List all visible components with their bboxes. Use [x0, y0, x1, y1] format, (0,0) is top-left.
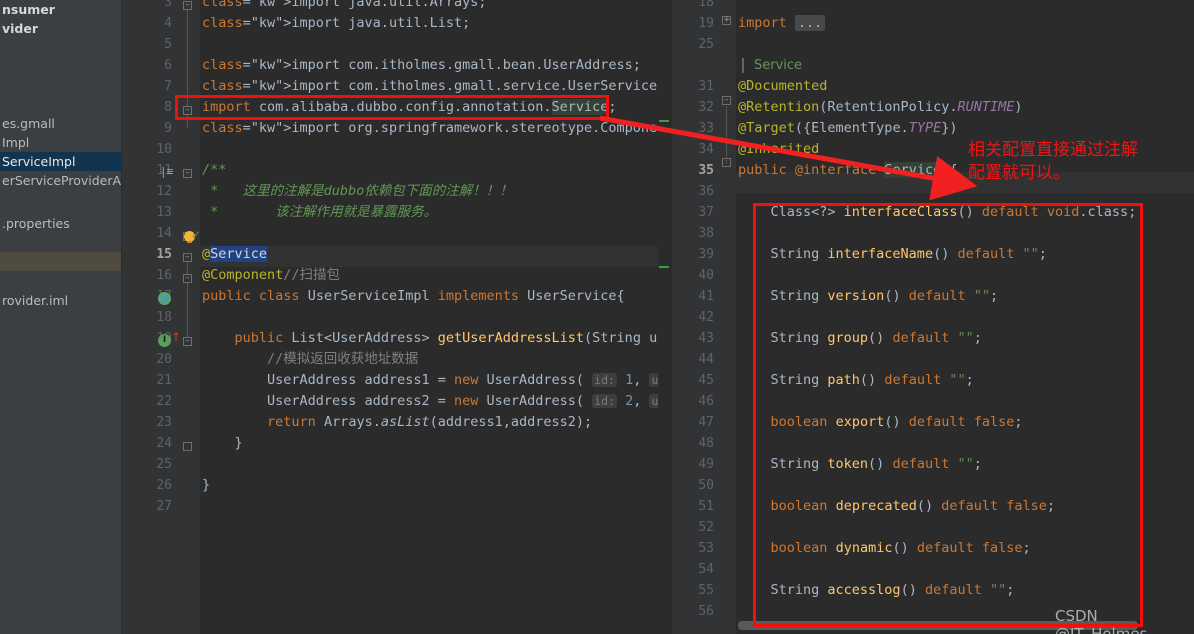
tree-item-properties[interactable]: .properties [0, 214, 122, 233]
code-line[interactable]: boolean deprecated() default false; [738, 496, 1056, 517]
code-line[interactable]: /** [202, 160, 226, 181]
code-line[interactable]: String path() default ""; [738, 370, 974, 391]
code-line[interactable]: } [202, 475, 210, 496]
fold-toggle-icon[interactable]: – [183, 253, 192, 262]
code-line[interactable]: boolean dynamic() default false; [738, 538, 1031, 559]
code-line[interactable]: String interfaceName() default ""; [738, 244, 1047, 265]
code-line[interactable]: class="kw">import java.util.List; [202, 13, 470, 34]
vcs-change-marker[interactable] [659, 120, 669, 122]
code-line[interactable]: Class<?> interfaceClass() default void.c… [738, 202, 1137, 223]
tree-item-iml[interactable]: rovider.iml [0, 291, 122, 310]
code-line[interactable]: class="kw">import java.util.Arrays; [202, 0, 486, 13]
annotation-note-line-1: 相关配置直接通过注解 [968, 140, 1138, 160]
code-line[interactable]: public List<UserAddress> getUserAddressL… [202, 328, 670, 349]
code-line[interactable]: @Inherited [738, 139, 819, 160]
code-line[interactable]: import ... [738, 13, 826, 34]
annotation-note-line-2: 配置就可以。 [968, 163, 1070, 183]
spring-bean-icon[interactable] [158, 292, 171, 305]
fold-toggle-icon[interactable] [183, 442, 192, 451]
fold-toggle-icon[interactable]: – [183, 337, 192, 346]
tree-item-impl-package[interactable]: Impl [0, 133, 122, 152]
tree-item-label: nsumer [2, 2, 55, 17]
code-line[interactable]: class="kw">import com.itholmes.gmall.bea… [202, 55, 641, 76]
tree-item-label: Impl [2, 135, 30, 150]
code-line[interactable]: @Service [202, 244, 268, 265]
code-line[interactable]: String group() default ""; [738, 328, 982, 349]
code-line[interactable]: //模拟返回收获地址数据 [202, 349, 418, 370]
fold-toggle-icon[interactable]: – [183, 274, 192, 283]
left-marker-strip[interactable] [658, 0, 670, 634]
code-line[interactable]: String token() default ""; [738, 454, 982, 475]
code-line[interactable]: class="kw">import com.itholmes.gmall.ser… [202, 76, 665, 97]
code-line[interactable]: * 该注解作用就是暴露服务。 [202, 202, 437, 223]
fold-toggle-icon[interactable]: – [183, 106, 192, 115]
watermark-text: CSDN @IT_Holmes [1055, 607, 1148, 634]
right-code-text[interactable]: import ... Service @Documented @Retention(R… [672, 0, 1194, 634]
code-line[interactable]: public class UserServiceImpl implements … [202, 286, 625, 307]
vcs-change-marker[interactable] [659, 266, 669, 268]
code-line[interactable]: * 这里的注解是dubbo依赖包下面的注解！！！ [202, 181, 513, 202]
code-line[interactable]: String version() default ""; [738, 286, 999, 307]
code-line[interactable]: UserAddress address2 = new UserAddress( … [202, 391, 670, 412]
right-code-editor[interactable]: 18 19 25 31 32 33 34 35 36 37 38 39 40 41 42 43 44 45 46 47… [672, 0, 1194, 634]
fold-toggle-icon[interactable]: – [722, 96, 731, 105]
fold-guide-line [726, 106, 727, 164]
code-line[interactable]: @Retention(RetentionPolicy.RUNTIME) [738, 97, 1023, 118]
tree-item-label: .properties [2, 216, 70, 231]
fold-toggle-icon[interactable]: – [183, 1, 192, 10]
tree-item-label: ServiceImpl [2, 154, 76, 169]
tree-item-provider[interactable]: vider [0, 19, 122, 38]
code-line[interactable]: @Documented [738, 76, 827, 97]
fold-expand-icon[interactable]: + [722, 16, 731, 25]
tree-item-consumer[interactable]: nsumer [0, 0, 122, 19]
code-line[interactable]: UserAddress address1 = new UserAddress( … [202, 370, 670, 391]
ide-screenshot: nsumer vider es.gmall Impl ServiceImpl e… [0, 0, 1194, 634]
fold-toggle-icon[interactable]: – [183, 169, 192, 178]
left-code-text[interactable]: class="kw">import java.util.Arrays; class… [122, 0, 670, 634]
tree-item-gmall-package[interactable]: es.gmall [0, 114, 122, 133]
code-line[interactable]: } [202, 433, 243, 454]
tree-item-label: erServiceProviderApp [2, 173, 122, 188]
tree-item-label: rovider.iml [2, 293, 69, 308]
code-line[interactable]: class="kw">import org.springframework.st… [202, 118, 670, 139]
code-line[interactable]: public @interface Service { [738, 160, 958, 181]
left-code-editor[interactable]: 3456789101112131415161718192021222324252… [122, 0, 670, 634]
project-tool-window[interactable]: nsumer vider es.gmall Impl ServiceImpl e… [0, 0, 122, 634]
code-line[interactable]: boolean export() default false; [738, 412, 1023, 433]
check-icon: ✓ [191, 228, 202, 242]
code-line[interactable]: Service [742, 55, 803, 76]
tree-item-provider-app[interactable]: erServiceProviderApp [0, 171, 122, 190]
tree-item-userserviceimpl[interactable]: ServiceImpl [0, 152, 122, 171]
tree-item-label: es.gmall [2, 116, 55, 131]
code-line[interactable]: @Component//扫描包 [202, 265, 340, 286]
implementing-method-icon[interactable]: I [158, 334, 171, 347]
override-arrow-icon[interactable]: ↑ [171, 331, 181, 343]
code-line[interactable]: import com.alibaba.dubbo.config.annotati… [202, 97, 617, 118]
code-line[interactable]: return Arrays.asList(address1,address2); [202, 412, 592, 433]
code-line[interactable]: @Target({ElementType.TYPE}) [738, 118, 957, 139]
fold-guide-line [187, 258, 188, 344]
structure-icon[interactable]: |≡ [160, 165, 173, 178]
tree-item-open-file-highlight[interactable] [0, 252, 122, 271]
tree-item-label: vider [2, 21, 39, 36]
code-line[interactable]: String accesslog() default ""; [738, 580, 1015, 601]
